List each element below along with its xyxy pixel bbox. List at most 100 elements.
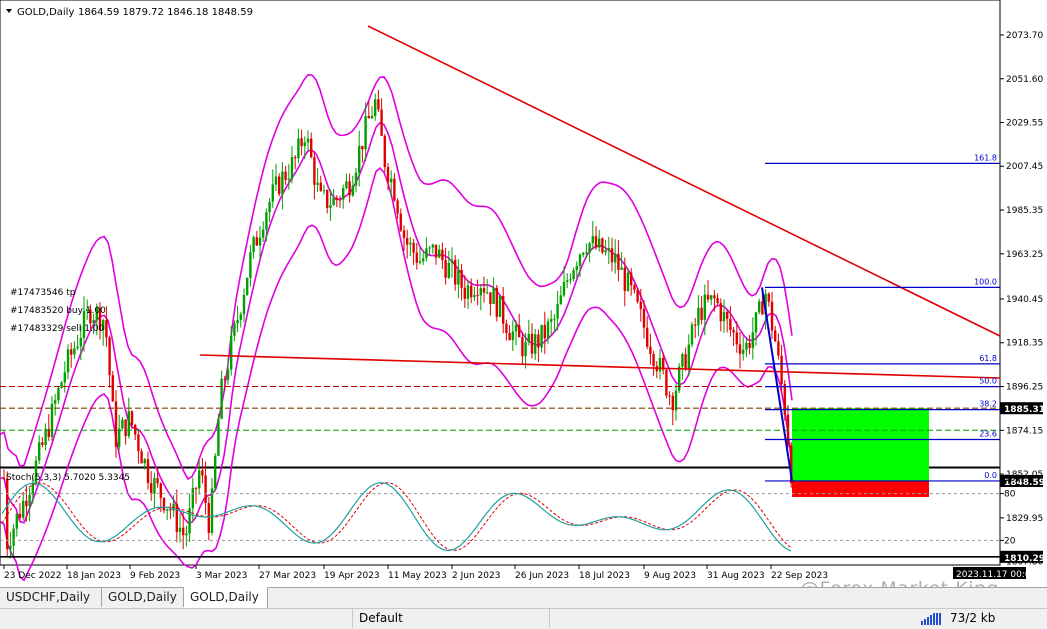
bull-candle [582,252,585,255]
bull-candle [438,249,441,258]
bull-candle [409,242,412,245]
connection-bars-icon [921,613,941,625]
fib-level-label: 0.0 [984,471,997,480]
bull-candle [127,411,130,437]
tab-gold-daily-1[interactable]: GOLD,Daily [102,588,184,607]
price-chart[interactable]: 161.8 100.0 61.8 50.0 38.2 23.6 0.0 2073.70 205… [0,0,1047,611]
bear-candle [134,424,137,435]
bull-candle [514,325,518,332]
bear-candle [441,249,444,261]
bear-candle [505,323,508,334]
bull-candle [553,318,556,320]
bull-candle [745,342,748,350]
bull-candle [166,509,169,511]
bull-candle [690,324,694,345]
bear-candle [284,171,287,180]
bear-candle [294,157,297,159]
bear-candle [684,354,687,370]
bull-candle [585,252,588,254]
tab-gold-daily-active[interactable]: GOLD,Daily [184,587,268,608]
bull-candle [217,418,220,456]
traffic-label: 73/2 kb [950,611,996,625]
bear-candle [300,138,303,147]
bull-candle [697,307,700,326]
bear-candle [124,419,127,437]
bull-candle [742,349,745,354]
bear-candle [204,475,207,504]
tab-usdchf-daily[interactable]: USDCHF,Daily [0,588,102,607]
bull-candle [246,277,249,295]
bear-candle [767,293,770,302]
bull-candle [431,244,434,248]
bear-candle [41,442,44,445]
bear-candle [761,301,764,315]
bear-candle [495,287,498,317]
bull-candle [252,237,255,253]
bull-candle [457,269,460,285]
fib-level-label: 161.8 [974,153,997,162]
bull-candle [486,292,489,294]
price-tick-label: 2007.45 [1006,162,1043,172]
buy-order-label[interactable]: #17483520 buy 1.00 [10,306,106,316]
price-axis: 2073.70 2051.60 2029.55 2007.45 1985.35 1963.… [1000,31,1045,611]
bull-candle [290,157,294,179]
bull-candle [591,236,594,244]
bear-candle [617,253,620,270]
bear-candle [665,369,668,396]
price-tick-label: 1985.35 [1006,206,1043,216]
bull-candle [198,470,201,489]
bear-candle [636,289,639,302]
loss-zone [792,480,929,497]
bear-candle [770,301,774,331]
bear-candle [748,342,751,348]
bear-candle [383,135,386,168]
time-tick-label: 23 Dec 2022 [4,571,62,581]
bull-candle [44,428,47,445]
chart-tabs: USDCHF,Daily GOLD,Daily GOLD,Daily [0,587,1047,608]
bull-candle [658,358,662,372]
bull-candle [38,442,41,461]
status-bar: Default 73/2 kb [0,608,1047,629]
bull-candle [60,382,63,388]
bull-candle [620,267,623,270]
bull-candle [303,142,306,147]
fib-level-label: 61.8 [979,354,997,363]
bull-candle [274,176,278,185]
time-tick-label: 31 Aug 2023 [707,571,765,581]
bear-candle [18,513,22,518]
symbol-label: GOLD,Daily [17,7,74,18]
bull-candle [210,488,214,533]
bull-candle [751,332,754,348]
bull-candle [562,281,566,296]
bear-candle [694,324,697,326]
bull-candle [566,280,569,282]
bull-candle [265,212,268,230]
price-tick-label: 1918.35 [1006,339,1043,349]
bull-candle [153,478,156,494]
bull-candle [258,237,262,246]
chart-window[interactable]: 161.8 100.0 61.8 50.0 38.2 23.6 0.0 2073.70 205… [0,0,1047,611]
profile-name[interactable]: Default [352,609,550,628]
bull-candle [604,250,607,253]
bear-candle [255,237,258,246]
bear-candle [738,344,742,354]
bear-candle [777,341,780,356]
bear-candle [207,503,210,533]
sell-order-label[interactable]: #17483329 sell 1.00 [10,324,105,334]
bull-candle [306,138,310,143]
price-tick-label: 2073.70 [1006,31,1043,41]
tp-order-label[interactable]: #17473546 tp [10,288,76,298]
bull-candle [754,312,758,333]
stoch-title: Stoch(5,3,3) 5.7020 5.3345 [6,473,130,483]
bear-candle [25,500,28,507]
bull-candle [220,378,223,419]
time-tick-label: 18 Jan 2023 [67,571,121,581]
bear-candle [159,483,162,499]
bear-candle [610,248,614,263]
stoch-tick-label: 20 [1004,536,1016,546]
bear-candle [502,295,505,324]
bear-candle [729,318,732,330]
bull-candle [425,248,428,259]
bear-candle [713,295,716,299]
bull-candle [681,354,684,367]
